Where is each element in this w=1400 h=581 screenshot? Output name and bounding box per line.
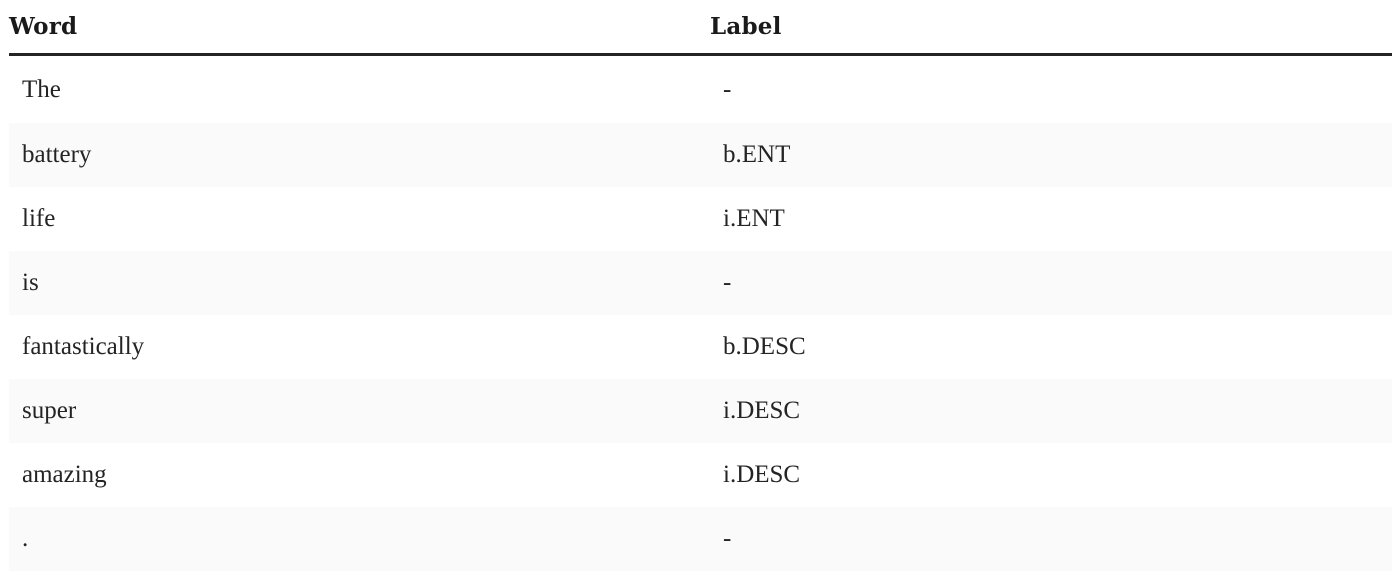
- table-row: super i.DESC: [9, 379, 1392, 443]
- word-cell: life: [22, 205, 56, 232]
- page: Word Label The - battery b.ENT life i.EN…: [0, 0, 1400, 581]
- label-cell: b.DESC: [723, 333, 806, 360]
- table-row: fantastically b.DESC: [9, 315, 1392, 379]
- table-row: . -: [9, 507, 1392, 571]
- word-cell: super: [9, 379, 710, 443]
- label-cell: -: [710, 251, 1392, 315]
- label-cell: i.DESC: [723, 461, 801, 488]
- word-cell: battery: [9, 123, 710, 187]
- table-header: Word Label: [9, 0, 1392, 56]
- word-cell: .: [9, 507, 710, 571]
- label-cell: i.DESC: [710, 379, 1392, 443]
- label-cell: b.ENT: [710, 123, 1392, 187]
- header-row: Word Label: [9, 0, 1392, 56]
- table-row: is -: [9, 251, 1392, 315]
- word-label-table: Word Label The - battery b.ENT life i.EN…: [9, 0, 1392, 571]
- table-row: battery b.ENT: [9, 123, 1392, 187]
- table-body: The - battery b.ENT life i.ENT is - fant…: [9, 55, 1392, 571]
- word-cell: fantastically: [22, 333, 145, 360]
- table-row: amazing i.DESC: [9, 443, 1392, 507]
- label-cell: -: [723, 75, 732, 103]
- word-cell: amazing: [22, 461, 107, 488]
- column-header-word: Word: [9, 0, 710, 56]
- label-cell: -: [710, 507, 1392, 571]
- word-cell: The: [22, 75, 61, 103]
- word-cell: is: [9, 251, 710, 315]
- table-row: The -: [9, 55, 1392, 124]
- table-row: life i.ENT: [9, 187, 1392, 251]
- label-cell: i.ENT: [723, 205, 785, 232]
- column-header-label: Label: [710, 0, 1392, 56]
